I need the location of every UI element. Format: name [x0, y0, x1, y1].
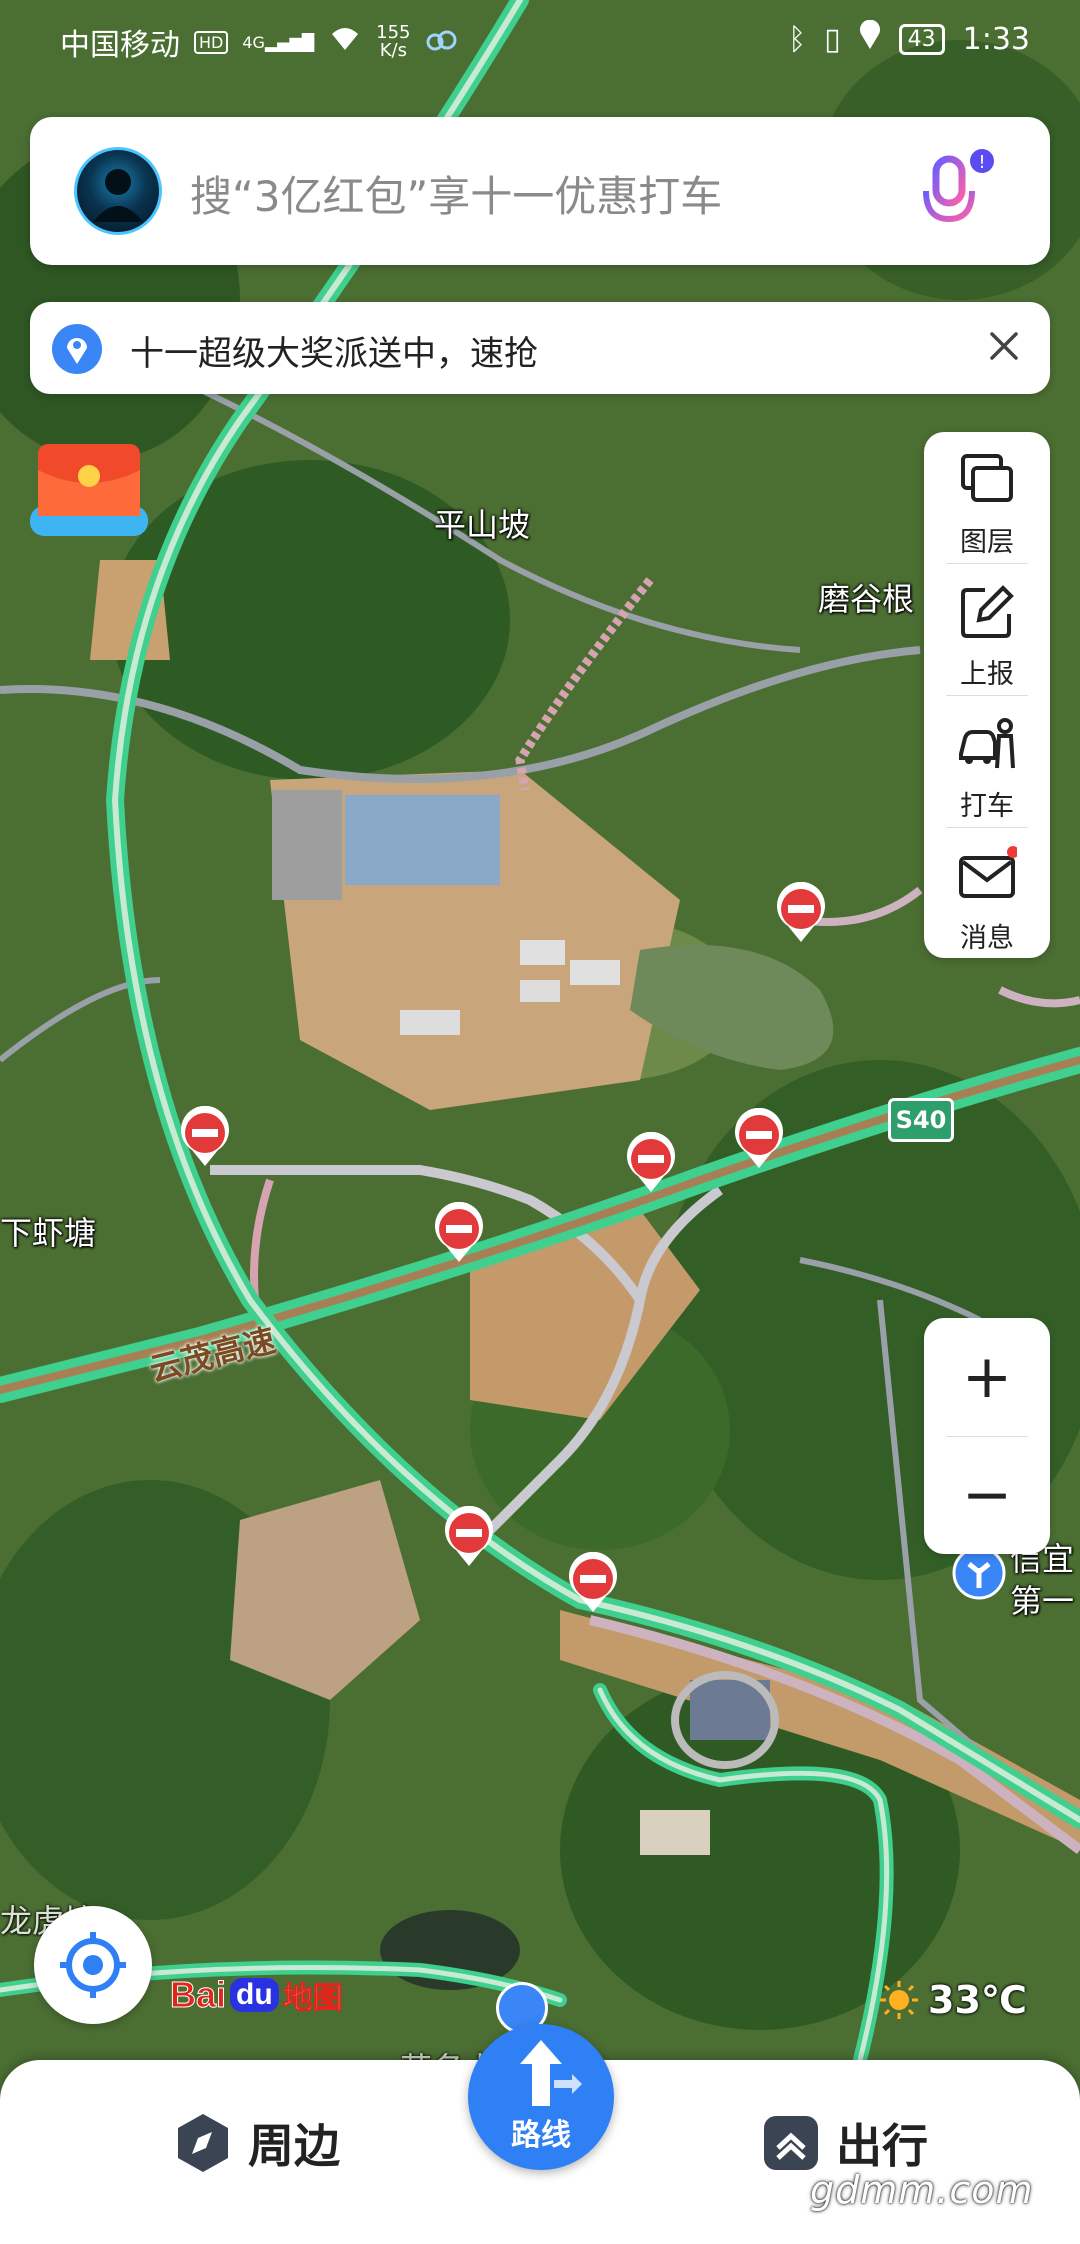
toolbar-label: 上报 — [960, 659, 1014, 690]
search-bar[interactable]: 搜“3亿红包”享十一优惠打车 ! — [30, 117, 1050, 265]
poi-label-2[interactable]: 第一 — [1010, 1576, 1074, 1622]
poi-pin-icon — [952, 1546, 1006, 1600]
compass-icon — [178, 2114, 228, 2172]
baidu-logo: Bai du 地图 — [169, 1972, 343, 2018]
zoom-in-button[interactable]: + — [924, 1318, 1050, 1436]
weather-widget[interactable]: 33℃ — [878, 1978, 1027, 2022]
red-packet-icon[interactable] — [28, 440, 150, 542]
zoom-control: + − — [924, 1318, 1050, 1554]
clock: 1:33 — [962, 21, 1030, 57]
place-label-xiaxiatang[interactable]: 下虾塘 — [0, 1208, 96, 1254]
net-speed: 155 K/s — [376, 24, 410, 60]
vibrate-icon: ▯ — [824, 21, 841, 57]
avatar[interactable] — [74, 147, 162, 235]
promo-banner[interactable]: 十一超级大奖派送中，速抢 — [30, 302, 1050, 394]
road-closure-icon[interactable] — [624, 1131, 678, 1194]
close-icon[interactable] — [982, 324, 1026, 368]
logo-ditu: 地图 — [282, 1981, 343, 2017]
speed-unit: K/s — [379, 40, 407, 61]
locate-me-button[interactable] — [34, 1906, 152, 2024]
hd-badge: HD — [194, 30, 229, 54]
toolbar-report[interactable]: 上报 — [924, 564, 1050, 696]
road-closure-icon[interactable] — [432, 1201, 486, 1264]
map-toolbar: 图层 上报 打车 消息 — [924, 432, 1050, 958]
signal-type-label: 4G — [242, 32, 265, 52]
road-closure-icon[interactable] — [732, 1107, 786, 1170]
route-label: 路线 — [511, 2118, 571, 2153]
toolbar-label: 消息 — [960, 923, 1014, 954]
toolbar-layers[interactable]: 图层 — [924, 432, 1050, 564]
road-number-label: S40 — [895, 1106, 947, 1134]
toolbar-taxi[interactable]: 打车 — [924, 696, 1050, 828]
layers-icon — [961, 454, 1013, 502]
status-bar: 中国移动 HD 4G▂▄▆█ 155 K/s ᛒ ▯ 43 1:33 — [0, 0, 1080, 80]
logo-du: du — [230, 1978, 279, 2012]
cloud-icon — [425, 25, 459, 60]
nav-travel-label: 出行 — [836, 2119, 928, 2173]
bluetooth-icon: ᛒ — [788, 21, 807, 57]
watermark: gdmm.com — [810, 2168, 1034, 2212]
logo-bai: Bai — [169, 1974, 227, 2016]
report-icon — [961, 585, 1014, 638]
location-pin-icon — [52, 324, 102, 374]
svg-text:!: ! — [978, 152, 985, 173]
crosshair-icon — [60, 1932, 126, 1998]
toolbar-message[interactable]: 消息 — [924, 828, 1050, 960]
search-input[interactable]: 搜“3亿红包”享十一优惠打车 — [190, 163, 722, 224]
nav-nearby[interactable]: 周边 — [172, 2110, 340, 2176]
toolbar-label: 打车 — [960, 791, 1014, 822]
wifi-icon — [328, 24, 362, 60]
temperature: 33℃ — [928, 1978, 1027, 2022]
road-closure-icon[interactable] — [774, 881, 828, 944]
route-button[interactable]: 路线 — [468, 2024, 614, 2170]
road-number-badge[interactable]: S40 — [888, 1098, 954, 1142]
road-closure-icon[interactable] — [566, 1551, 620, 1614]
road-closure-icon[interactable] — [178, 1105, 232, 1168]
place-label-tanggugen[interactable]: 磨谷根 — [818, 574, 914, 620]
battery-indicator: 43 — [898, 23, 945, 55]
taxi-icon — [959, 718, 1015, 769]
promo-text[interactable]: 十一超级大奖派送中，速抢 — [130, 326, 538, 375]
location-icon — [859, 19, 881, 58]
poi-marker[interactable] — [952, 1546, 1006, 1604]
road-closure-icon[interactable] — [442, 1505, 496, 1568]
signal-icon: 4G▂▄▆█ — [242, 32, 315, 52]
travel-icon — [764, 2116, 818, 2170]
nav-travel[interactable]: 出行 — [760, 2110, 928, 2176]
zoom-out-button[interactable]: − — [924, 1436, 1050, 1554]
voice-search-icon[interactable]: ! — [918, 147, 998, 237]
route-arrow-icon — [520, 2040, 582, 2106]
toolbar-label: 图层 — [960, 527, 1014, 558]
carrier-label: 中国移动 — [60, 28, 180, 63]
place-label-pingshanpo[interactable]: 平山坡 — [434, 500, 530, 546]
sun-icon — [880, 1981, 918, 2019]
message-icon — [959, 846, 1017, 898]
nav-nearby-label: 周边 — [248, 2119, 340, 2173]
